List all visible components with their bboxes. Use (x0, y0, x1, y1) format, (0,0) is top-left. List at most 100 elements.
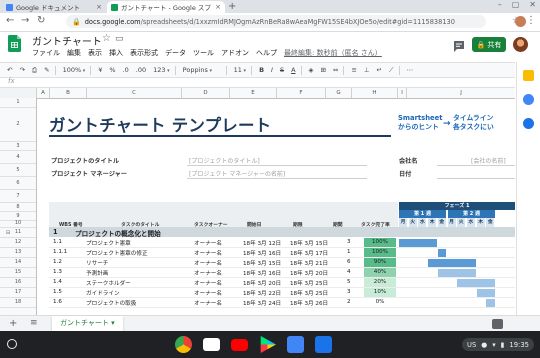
star-icon[interactable]: ☆ (102, 33, 111, 44)
task-complete-pct[interactable]: 100% (364, 238, 396, 247)
task-due[interactable]: 18年 3月 25日 (290, 289, 328, 297)
row-header[interactable]: 14 (0, 258, 36, 268)
document-title[interactable]: ガントチャート (32, 33, 102, 48)
column-header[interactable]: A (37, 88, 50, 98)
task-due[interactable]: 18年 3月 26日 (290, 299, 328, 307)
menu-insert[interactable]: 挿入 (109, 48, 123, 58)
task-duration[interactable]: 1 (347, 249, 351, 255)
row-header[interactable]: 15 (0, 268, 36, 278)
task-duration[interactable]: 3 (347, 289, 351, 295)
maximize-button[interactable]: ▢ (512, 0, 520, 9)
task-owner[interactable]: オーナー名 (194, 289, 222, 297)
task-owner[interactable]: オーナー名 (194, 279, 222, 287)
menu-format[interactable]: 表示形式 (130, 48, 158, 58)
files-app-icon[interactable] (315, 336, 332, 353)
row-header[interactable]: 17 (0, 288, 36, 298)
row-header[interactable]: 6 (0, 177, 36, 190)
task-wbs[interactable]: 1.4 (53, 279, 62, 285)
task-owner[interactable]: オーナー名 (194, 259, 222, 267)
print-icon[interactable]: ⎙ (32, 66, 37, 75)
task-due[interactable]: 18年 3月 17日 (290, 249, 328, 257)
text-color-button[interactable]: A (291, 66, 295, 74)
project-manager-value[interactable]: [プロジェクト マネージャーの名前] (189, 169, 285, 178)
increase-decimal-button[interactable]: .00 (136, 66, 146, 74)
company-value[interactable]: [会社の名前] (471, 156, 506, 165)
column-header[interactable]: C (87, 88, 182, 98)
row-header[interactable]: 2 (0, 108, 36, 142)
task-duration[interactable]: 3 (347, 239, 351, 245)
sheets-logo-icon[interactable] (8, 35, 21, 52)
calendar-icon[interactable] (523, 94, 534, 105)
column-header[interactable]: G (326, 88, 352, 98)
task-due[interactable]: 18年 3月 20日 (290, 269, 328, 277)
project-title-value[interactable]: [プロジェクトのタイトル] (189, 156, 260, 165)
task-complete-pct[interactable]: 40% (364, 268, 396, 277)
menu-edit[interactable]: 編集 (67, 48, 81, 58)
sheet-tab-active[interactable]: ガントチャート ▾ (52, 316, 123, 332)
close-icon[interactable]: × (96, 3, 102, 11)
bold-button[interactable]: B (259, 66, 264, 74)
docs-app-icon[interactable] (287, 336, 304, 353)
column-header[interactable]: J (407, 88, 515, 98)
merge-cells-icon[interactable]: ⇔ (333, 66, 338, 74)
row-header[interactable]: 8 (0, 203, 36, 212)
last-edit-link[interactable]: 最終編集: 数秒前（匿名 さん） (284, 48, 382, 58)
column-header[interactable]: F (277, 88, 326, 98)
close-window-button[interactable]: ✕ (529, 0, 536, 9)
task-title[interactable]: ガイドライン (86, 289, 120, 297)
menu-tools[interactable]: ツール (193, 48, 214, 58)
font-size-select[interactable]: 11 (234, 66, 246, 74)
task-title[interactable]: ステークホルダー (86, 279, 131, 287)
task-row[interactable]: 1.4 ステークホルダー オーナー名 18年 3月 20日 18年 3月 25日 5 20% (49, 278, 515, 288)
zoom-select[interactable]: 100% (63, 66, 86, 74)
menu-help[interactable]: ヘルプ (256, 48, 277, 58)
browser-menu-icon[interactable]: ⋮ (526, 15, 536, 26)
task-duration[interactable]: 2 (347, 299, 351, 305)
task-wbs[interactable]: 1.5 (53, 289, 62, 295)
folder-icon[interactable]: ▭ (115, 34, 124, 44)
font-select[interactable]: Poppins (183, 66, 221, 74)
task-row[interactable]: 1.6 プロジェクトの取扱 オーナー名 18年 3月 24日 18年 3月 26日 2 0% (49, 298, 515, 308)
task-complete-pct[interactable]: 10% (364, 288, 396, 297)
task-owner[interactable]: オーナー名 (194, 239, 222, 247)
add-sheet-button[interactable]: + (9, 318, 17, 329)
row-header[interactable]: 3 (0, 142, 36, 151)
comments-icon[interactable] (451, 39, 467, 53)
gmail-app-icon[interactable] (203, 338, 220, 351)
task-start[interactable]: 18年 3月 15日 (243, 259, 281, 267)
share-button[interactable]: 🔒 共有 (472, 37, 506, 52)
wrap-icon[interactable]: ↵ (377, 66, 382, 74)
task-wbs[interactable]: 1.1.1 (53, 249, 67, 255)
back-icon[interactable]: ← (6, 15, 14, 26)
task-row[interactable]: 1.2 リサーチ オーナー名 18年 3月 15日 18年 3月 21日 6 90% (49, 258, 515, 268)
task-duration[interactable]: 5 (347, 279, 351, 285)
row-header[interactable]: 10 (0, 219, 36, 228)
task-row[interactable]: 1.1.1 プロジェクト憲章の修正 オーナー名 18年 3月 16日 18年 3月 17… (49, 248, 515, 258)
row-header[interactable]: 4 (0, 151, 36, 164)
close-icon[interactable]: × (215, 3, 221, 11)
menu-view[interactable]: 表示 (88, 48, 102, 58)
row-header[interactable]: 7 (0, 190, 36, 203)
task-row[interactable]: 1.1 プロジェクト憲章 オーナー名 18年 3月 12日 18年 3月 15日 3 100… (49, 238, 515, 248)
task-owner[interactable]: オーナー名 (194, 299, 222, 307)
row-header[interactable]: 16 (0, 278, 36, 288)
row-header[interactable]: 5 (0, 164, 36, 177)
redo-icon[interactable]: ↷ (19, 66, 24, 74)
valign-icon[interactable]: ⊥ (364, 66, 370, 74)
number-format-select[interactable]: 123 (153, 66, 170, 74)
address-bar[interactable]: 🔒 docs.google.com/spreadsheets/d/1xxzmId… (66, 15, 486, 28)
row-header[interactable]: 12 (0, 238, 36, 248)
task-complete-pct[interactable]: 0% (364, 298, 396, 307)
borders-icon[interactable]: ⊞ (321, 66, 326, 74)
task-title[interactable]: リサーチ (86, 259, 108, 267)
task-start[interactable]: 18年 3月 16日 (243, 269, 281, 277)
browser-tab-docs[interactable]: Google ドキュメント × (2, 1, 106, 13)
row-header[interactable]: 18 (0, 298, 36, 308)
task-wbs[interactable]: 1.3 (53, 269, 62, 275)
forward-icon[interactable]: → (21, 15, 29, 26)
spreadsheet-grid[interactable]: A B C D E F G H I J 1 2 3 4 5 6 7 8 9 10… (0, 88, 515, 315)
column-header[interactable]: E (230, 88, 277, 98)
italic-button[interactable]: I (271, 66, 273, 74)
keep-icon[interactable] (523, 70, 534, 81)
task-complete-pct[interactable]: 20% (364, 278, 396, 287)
